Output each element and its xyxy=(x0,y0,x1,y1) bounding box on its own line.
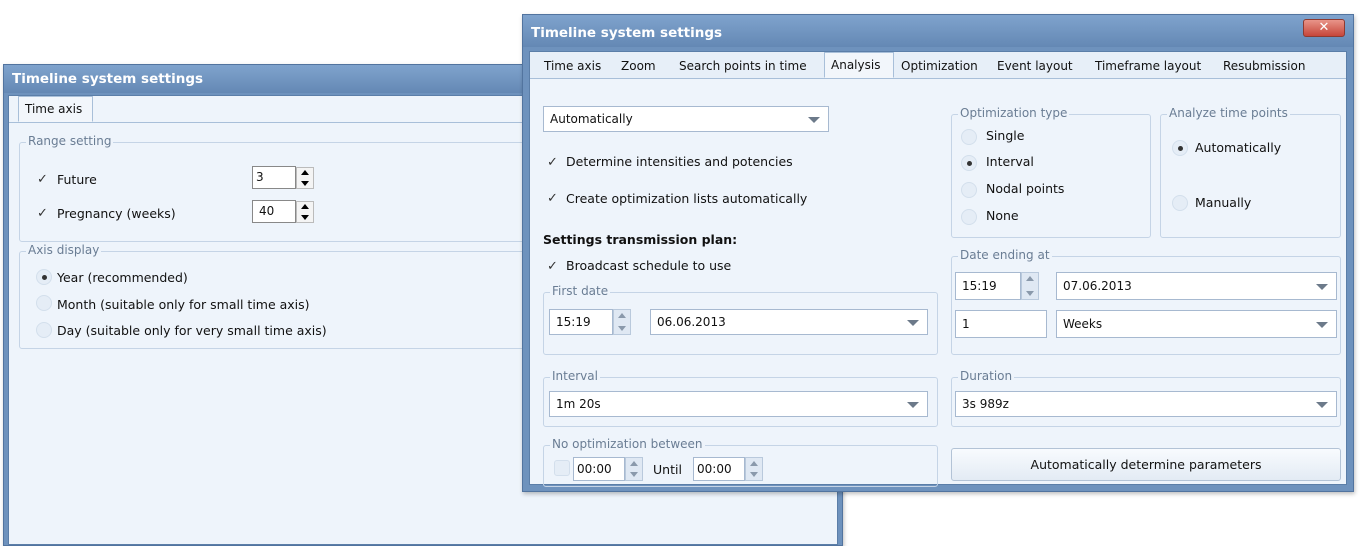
date-ending-unit-select[interactable]: Weeks xyxy=(1056,310,1337,338)
determine-intensities-label: Determine intensities and potencies xyxy=(566,154,793,169)
radio-single-label: Single xyxy=(986,128,1025,143)
group-legend: Interval xyxy=(550,369,600,383)
no-opt-to-input[interactable]: 00:00 xyxy=(693,457,745,481)
future-checkbox[interactable]: ✓ xyxy=(37,173,50,186)
group-legend: First date xyxy=(550,284,611,298)
radio-manually-label: Manually xyxy=(1195,195,1252,210)
tab-resubmission[interactable]: Resubmission xyxy=(1217,56,1311,77)
group-legend: Date ending at xyxy=(958,248,1052,262)
front-settings-window: Timeline system settings ✕ Time axis Zoo… xyxy=(522,14,1354,492)
radio-day[interactable] xyxy=(36,322,52,338)
chevron-down-icon xyxy=(1316,284,1328,290)
duration-value: 3s 989z xyxy=(962,397,1009,411)
radio-interval[interactable] xyxy=(961,155,977,171)
chevron-down-icon xyxy=(1316,402,1328,408)
interval-value: 1m 20s xyxy=(556,397,601,411)
window-title: Timeline system settings xyxy=(523,15,1353,47)
first-date-time-spinner[interactable] xyxy=(613,309,631,335)
date-ending-time-input[interactable]: 15:19 xyxy=(955,272,1021,300)
radio-none[interactable] xyxy=(961,209,977,225)
tab-zoom[interactable]: Zoom xyxy=(615,56,662,77)
radio-nodal-points[interactable] xyxy=(961,182,977,198)
date-ending-date-select[interactable]: 07.06.2013 xyxy=(1056,272,1337,300)
date-ending-count-input[interactable]: 1 xyxy=(955,310,1047,338)
pregnancy-label: Pregnancy (weeks) xyxy=(57,206,176,221)
tab-timeframe-layout[interactable]: Timeframe layout xyxy=(1089,56,1207,77)
tab-event-layout[interactable]: Event layout xyxy=(991,56,1079,77)
no-opt-from-input[interactable]: 00:00 xyxy=(573,457,625,481)
date-ending-date-value: 07.06.2013 xyxy=(1063,279,1132,293)
pregnancy-checkbox[interactable]: ✓ xyxy=(37,207,50,220)
radio-year-label: Year (recommended) xyxy=(57,270,188,285)
tab-optimization[interactable]: Optimization xyxy=(895,56,984,77)
radio-nodal-points-label: Nodal points xyxy=(986,181,1065,196)
radio-single[interactable] xyxy=(961,129,977,145)
interval-select[interactable]: 1m 20s xyxy=(549,391,928,417)
transmission-heading: Settings transmission plan: xyxy=(543,232,738,247)
group-legend: Range setting xyxy=(26,134,114,148)
auto-determine-parameters-button[interactable]: Automatically determine parameters xyxy=(951,448,1341,481)
radio-interval-label: Interval xyxy=(986,154,1034,169)
radio-day-label: Day (suitable only for very small time a… xyxy=(57,323,327,338)
optimization-type-group: Optimization type xyxy=(951,106,1151,238)
radio-month[interactable] xyxy=(36,295,52,311)
future-label: Future xyxy=(57,172,97,187)
date-ending-group: Date ending at xyxy=(951,248,1341,355)
tab-time-axis[interactable]: Time axis xyxy=(18,96,93,122)
create-lists-checkbox[interactable]: ✓ xyxy=(547,192,560,205)
mode-select[interactable]: Automatically xyxy=(543,106,829,132)
duration-select[interactable]: 3s 989z xyxy=(955,391,1337,417)
no-opt-to-spinner[interactable] xyxy=(745,457,763,481)
chevron-down-icon xyxy=(808,117,820,123)
tab-search-points[interactable]: Search points in time xyxy=(673,56,813,77)
radio-year[interactable] xyxy=(36,269,52,285)
radio-month-label: Month (suitable only for small time axis… xyxy=(57,297,310,312)
group-legend: No optimization between xyxy=(550,437,705,451)
pregnancy-input[interactable]: 40 xyxy=(252,200,296,223)
radio-manually[interactable] xyxy=(1172,195,1188,211)
determine-intensities-checkbox[interactable]: ✓ xyxy=(547,156,560,169)
first-date-time-input[interactable]: 15:19 xyxy=(549,309,613,335)
date-ending-time-spinner[interactable] xyxy=(1021,272,1039,300)
group-legend: Duration xyxy=(958,369,1015,383)
until-label: Until xyxy=(653,462,682,477)
front-window-client: Time axis Zoom Search points in time Ana… xyxy=(529,51,1347,487)
tab-analysis[interactable]: Analysis xyxy=(824,52,894,78)
no-optimization-checkbox[interactable] xyxy=(554,460,570,476)
radio-automatically[interactable] xyxy=(1172,140,1188,156)
create-lists-label: Create optimization lists automatically xyxy=(566,191,808,206)
broadcast-checkbox[interactable]: ✓ xyxy=(547,260,560,273)
no-opt-from-spinner[interactable] xyxy=(625,457,643,481)
radio-none-label: None xyxy=(986,208,1019,223)
chevron-down-icon xyxy=(907,402,919,408)
analyze-time-points-group: Analyze time points xyxy=(1160,106,1341,238)
broadcast-label: Broadcast schedule to use xyxy=(566,258,732,273)
chevron-down-icon xyxy=(907,320,919,326)
chevron-down-icon xyxy=(1316,322,1328,328)
radio-automatically-label: Automatically xyxy=(1195,140,1282,155)
group-legend: Optimization type xyxy=(958,106,1070,120)
pregnancy-spinner[interactable] xyxy=(296,201,314,223)
first-date-date-select[interactable]: 06.06.2013 xyxy=(650,309,928,335)
future-spinner[interactable] xyxy=(296,167,314,189)
future-input[interactable]: 3 xyxy=(252,166,296,189)
group-legend: Analyze time points xyxy=(1167,106,1290,120)
mode-select-value: Automatically xyxy=(550,112,633,126)
tab-time-axis[interactable]: Time axis xyxy=(538,56,607,77)
tab-strip: Time axis Zoom Search points in time Ana… xyxy=(530,52,1346,79)
close-button[interactable]: ✕ xyxy=(1303,19,1345,37)
date-ending-unit-value: Weeks xyxy=(1063,317,1103,331)
group-legend: Axis display xyxy=(26,243,102,257)
first-date-date-value: 06.06.2013 xyxy=(657,315,726,329)
